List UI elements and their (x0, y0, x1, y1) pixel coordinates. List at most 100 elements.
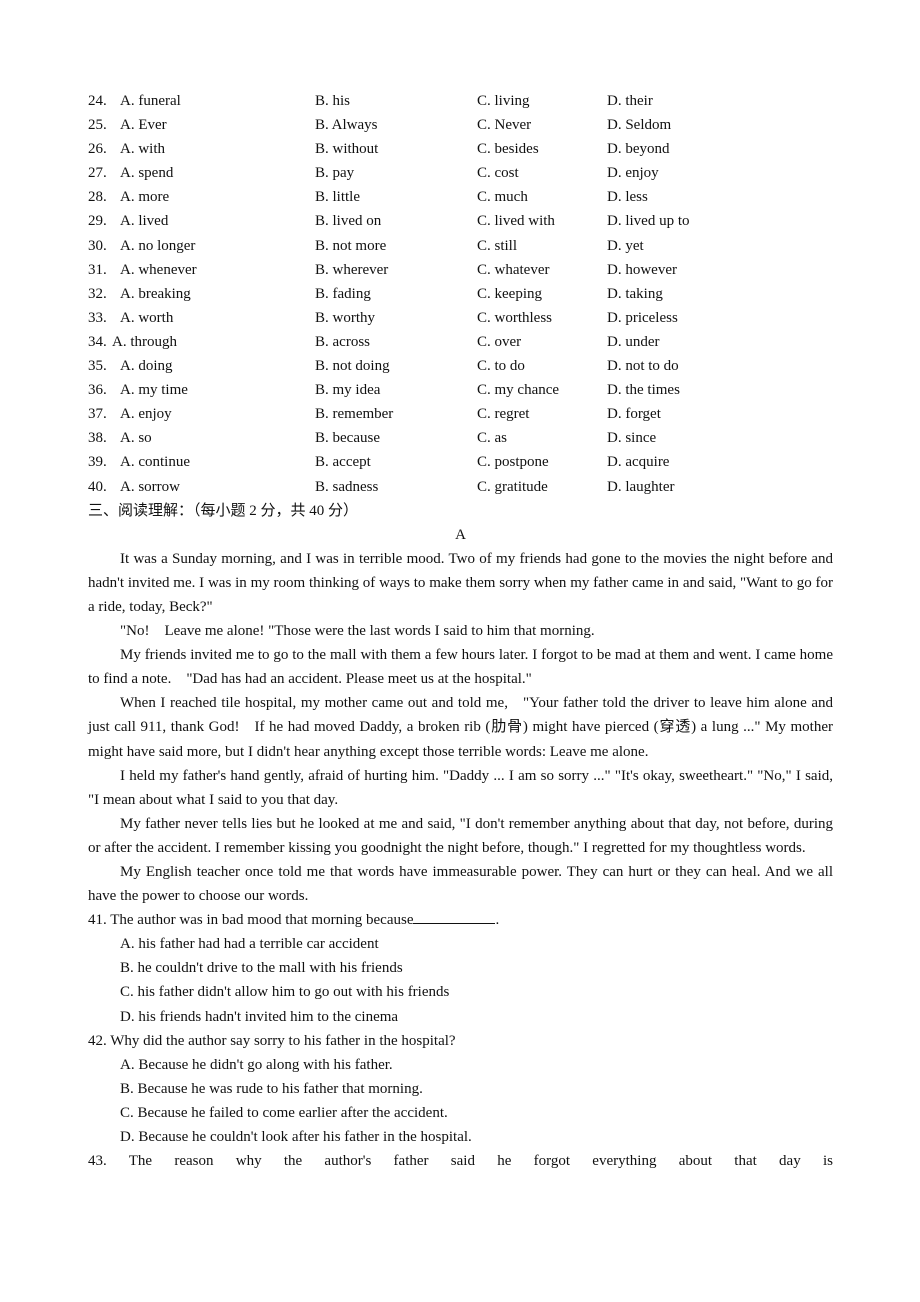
cloze-option-row: 36. A. my time B. my idea C. my chance D. th… (88, 378, 833, 402)
option-c: C. Never (477, 117, 532, 134)
passage-paragraph: It was a Sunday morning, and I was in te… (88, 550, 833, 615)
option-c: C. keeping (477, 285, 542, 302)
passage-paragraph: "No! Leave me alone! "Those were the las… (120, 623, 595, 640)
option-c: C. much (477, 189, 528, 206)
option-d: D. since (607, 430, 657, 447)
option-c: C. living (477, 93, 530, 109)
reading-passage: It was a Sunday morning, and I was in te… (88, 547, 833, 908)
option-b: B. accept (315, 454, 371, 471)
question-number: 25. (88, 117, 107, 134)
cloze-option-row: 29. A. lived B. lived on C. lived with D. li… (88, 209, 833, 233)
option-b: B. little (315, 189, 360, 206)
cloze-option-row: 24. A. funeral B. his C. living D. their (88, 89, 833, 113)
option-c: C. lived with (477, 213, 555, 230)
answer-choice-a: A. Because he didn't go along with his f… (120, 1056, 393, 1073)
question-number: 29. (88, 213, 107, 230)
option-a: A. continue (120, 454, 190, 471)
cloze-option-row: 39. A. continue B. accept C. postpone D. acq… (88, 450, 833, 474)
option-b: B. not more (315, 237, 387, 254)
question-41: 41. The author was in bad mood that morn… (88, 908, 833, 1028)
option-c: C. whatever (477, 261, 550, 278)
option-b: B. his (315, 93, 351, 109)
option-b: B. lived on (315, 213, 382, 230)
question-number: 40. (88, 478, 107, 495)
option-a: A. worth (120, 309, 174, 326)
cloze-option-row: 35. A. doing B. not doing C. to do D. not to… (88, 354, 833, 378)
question-number: 30. (88, 237, 107, 254)
option-a: A. sorrow (120, 478, 180, 495)
passage-paragraph: I held my father's hand gently, afraid o… (88, 767, 833, 808)
option-d: D. acquire (607, 454, 670, 471)
answer-choice-a: A. his father had had a terrible car acc… (120, 936, 379, 953)
question-42: 42. Why did the author say sorry to his … (88, 1029, 833, 1149)
option-d: D. lived up to (607, 213, 690, 230)
option-a: A. enjoy (120, 406, 172, 423)
option-d: D. less (607, 189, 648, 206)
option-b: B. across (315, 333, 370, 350)
answer-choice-d: D. Because he couldn't look after his fa… (120, 1129, 472, 1146)
option-b: B. remember (315, 406, 394, 423)
option-d: D. priceless (607, 309, 678, 326)
option-b: B. my idea (315, 382, 381, 399)
passage-paragraph: When I reached tile hospital, my mother … (88, 695, 833, 760)
option-a: A. more (120, 189, 170, 206)
option-d: D. the times (607, 382, 680, 399)
option-c: C. cost (477, 165, 519, 182)
section-title: 三、阅读理解：（每小题 2 分，共 40 分） (88, 502, 359, 519)
question-number: 28. (88, 189, 107, 206)
option-c: C. regret (477, 406, 530, 423)
option-c: C. my chance (477, 382, 560, 399)
question-stem: 41. The author was in bad mood that morn… (88, 912, 414, 929)
option-c: C. postpone (477, 454, 549, 471)
option-b: B. sadness (315, 478, 379, 495)
option-a: A. spend (120, 165, 174, 182)
cloze-option-row: 28. A. more B. little C. much D. less (88, 185, 833, 209)
option-a: A. with (120, 141, 165, 158)
cloze-option-row: 37. A. enjoy B. remember C. regret D. forget (88, 402, 833, 426)
passage-label: A (455, 526, 466, 543)
answer-choice-d: D. his friends hadn't invited him to the… (120, 1008, 399, 1025)
question-number: 36. (88, 382, 107, 399)
option-b: B. because (315, 430, 380, 447)
option-b: B. worthy (315, 309, 375, 326)
question-number: 34. (88, 333, 107, 350)
option-d: D. taking (607, 285, 663, 302)
question-stem: 43. The reason why the author's father s… (88, 1153, 833, 1170)
option-d: D. beyond (607, 141, 670, 158)
option-c: C. as (477, 430, 507, 447)
question-number: 26. (88, 141, 107, 158)
option-d: D. yet (607, 237, 644, 254)
cloze-option-row: 38. A. so B. because C. as D. since (88, 426, 833, 450)
option-d: D. their (607, 93, 653, 109)
answer-choice-c: C. Because he failed to come earlier aft… (120, 1104, 448, 1121)
answer-blank (413, 909, 496, 925)
cloze-option-row: 31. A. whenever B. wherever C. whatever D. h… (88, 258, 833, 282)
option-d: D. not to do (607, 358, 679, 375)
cloze-option-row: 25. A. Ever B. Always C. Never D. Seldom (88, 113, 833, 137)
option-a: A. funeral (120, 93, 181, 109)
question-number: 31. (88, 261, 107, 278)
cloze-option-row: 40. A. sorrow B. sadness C. gratitude D. lau… (88, 475, 833, 499)
option-b: B. wherever (315, 261, 389, 278)
passage-paragraph: My friends invited me to go to the mall … (88, 647, 833, 688)
option-d: D. enjoy (607, 165, 659, 182)
cloze-options-table: 24. A. funeral B. his C. living D. their 25. A… (88, 89, 833, 499)
question-number: 33. (88, 309, 107, 326)
question-number: 39. (88, 454, 107, 471)
option-b: B. Always (315, 117, 378, 134)
question-number: 24. (88, 93, 107, 109)
option-a: A. breaking (120, 285, 191, 302)
question-43: 43. The reason why the author's father s… (88, 1149, 833, 1173)
option-a: A. whenever (120, 261, 197, 278)
option-c: C. to do (477, 358, 525, 375)
option-c: C. worthless (477, 309, 552, 326)
option-b: B. without (315, 141, 379, 158)
cloze-option-row: 34. A. through B. across C. over D. under (88, 330, 833, 354)
passage-paragraph: My father never tells lies but he looked… (88, 815, 833, 856)
option-a: A. through (112, 333, 177, 350)
question-number: 35. (88, 358, 107, 375)
cloze-option-row: 27. A. spend B. pay C. cost D. enjoy (88, 161, 833, 185)
option-c: C. over (477, 333, 522, 350)
option-c: C. besides (477, 141, 539, 158)
cloze-option-row: 32. A. breaking B. fading C. keeping D. taki… (88, 282, 833, 306)
